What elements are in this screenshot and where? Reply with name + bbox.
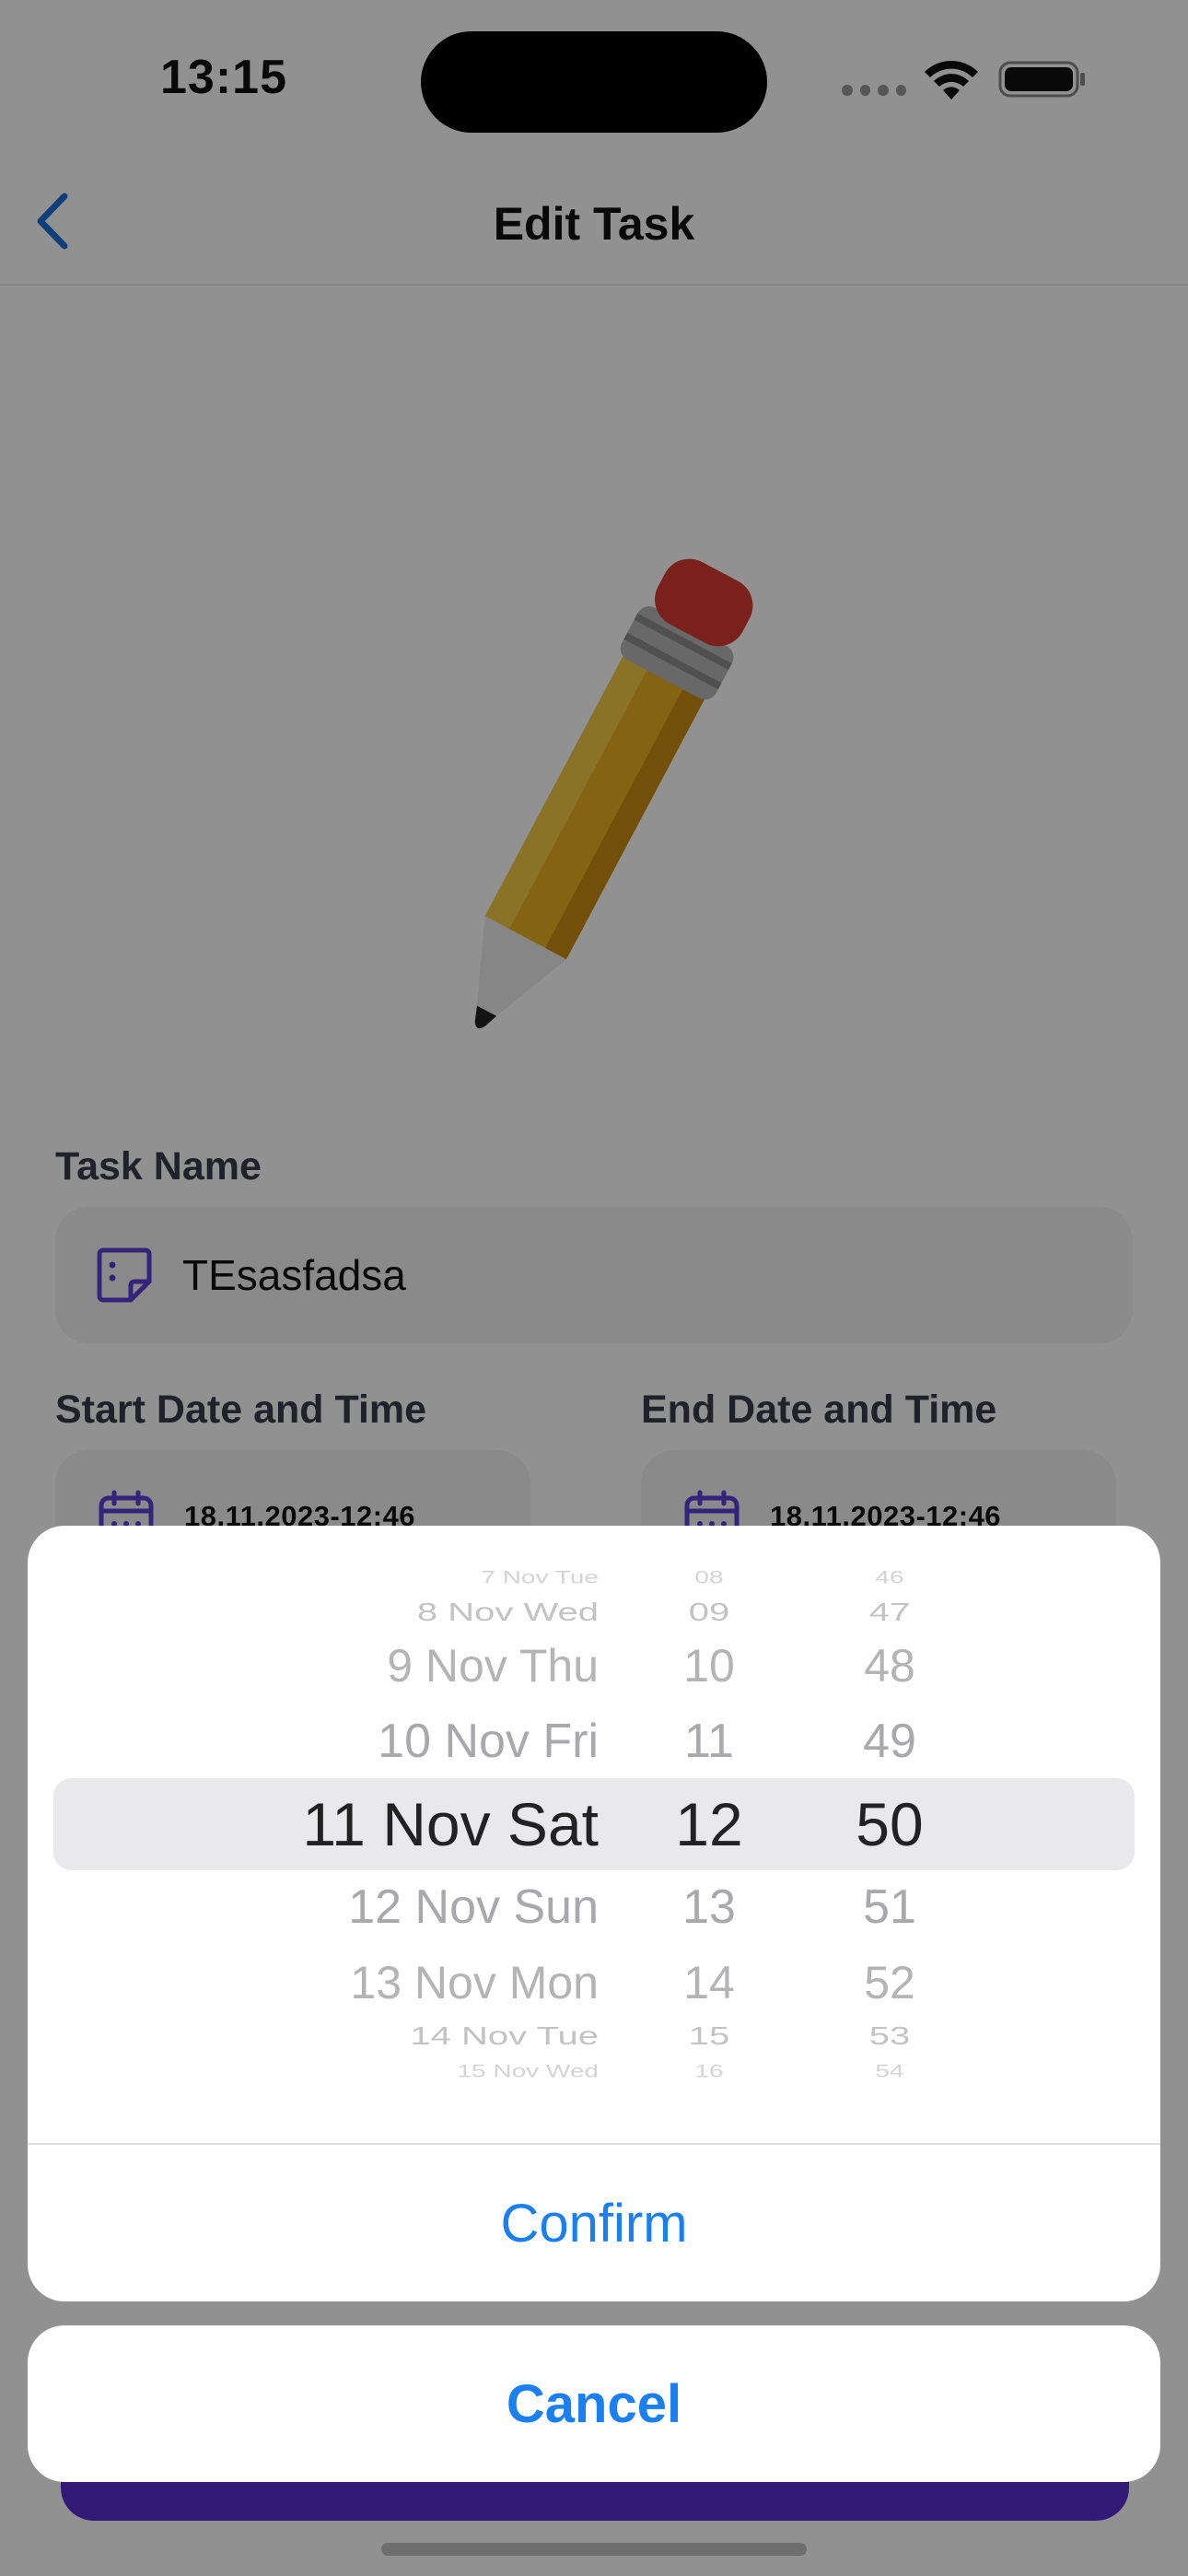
picker-hour-value: 13 [682,1880,736,1934]
confirm-button[interactable]: Confirm [28,2145,1160,2301]
home-indicator [381,2543,807,2556]
cancel-button[interactable]: Cancel [28,2325,1160,2482]
picker-day-value: 9 Nov Thu [387,1640,599,1692]
picker-row[interactable]: 10 Nov Fri 11 49 [28,1704,1160,1778]
picker-minute-value: 49 [863,1715,916,1768]
picker-row[interactable]: 15 Nov Wed 16 54 [28,2034,1160,2108]
picker-day-value: 12 Nov Sun [348,1880,599,1934]
picker-row[interactable]: 9 Nov Thu 10 48 [28,1629,1160,1703]
picker-hour-value: 11 [684,1715,734,1768]
picker-day-value: 15 Nov Wed [457,2060,599,2081]
picker-minute-value: 51 [863,1880,916,1934]
picker-minute-value: 48 [864,1640,915,1692]
picker-hour-value: 16 [694,2060,724,2081]
picker-hour-value: 12 [675,1790,743,1858]
cancel-sheet: Cancel [28,2325,1160,2482]
picker-day-value: 11 Nov Sat [302,1790,599,1858]
picker-day-value: 10 Nov Fri [378,1715,599,1768]
picker-minute-value: 50 [856,1790,924,1858]
date-time-picker-sheet: 7 Nov Tue 08 46 8 Nov Wed 09 47 9 Nov Thu 10 48 1… [28,1526,1160,2301]
date-time-picker-wheel[interactable]: 7 Nov Tue 08 46 8 Nov Wed 09 47 9 Nov Thu 10 48 1… [28,1563,1160,2081]
picker-row[interactable]: 12 Nov Sun 13 51 [28,1870,1160,1944]
picker-minute-value: 54 [875,2060,904,2081]
picker-hour-value: 10 [683,1640,735,1692]
picker-row[interactable]: 11 Nov Sat 12 50 [28,1787,1160,1861]
